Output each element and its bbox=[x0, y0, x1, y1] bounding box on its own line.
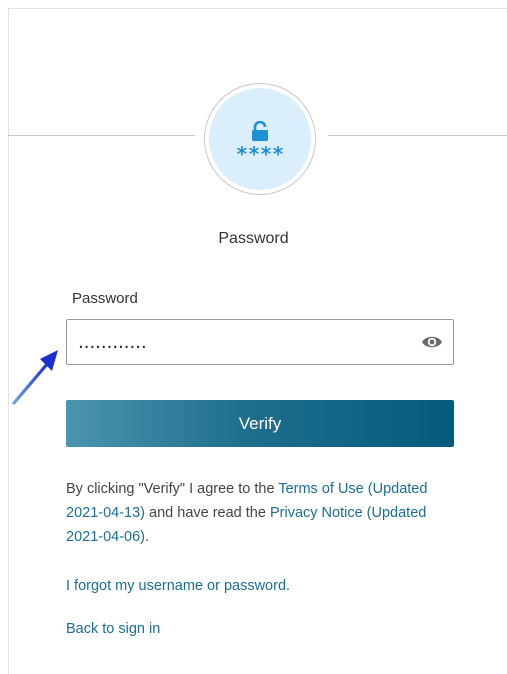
page-title: Password bbox=[218, 230, 289, 247]
password-field[interactable] bbox=[66, 319, 454, 365]
verify-button[interactable]: Verify bbox=[66, 400, 454, 447]
back-to-sign-in-link[interactable]: Back to sign in bbox=[66, 621, 160, 637]
password-factor-icon-inner: **** bbox=[209, 88, 311, 190]
legal-middle: and have read the bbox=[145, 505, 270, 521]
legal-prefix: By clicking "Verify" I agree to the bbox=[66, 481, 279, 497]
password-factor-icon: **** bbox=[204, 83, 316, 195]
annotation-arrow-icon bbox=[12, 350, 58, 405]
eye-icon[interactable] bbox=[421, 333, 443, 351]
password-input[interactable] bbox=[67, 320, 407, 364]
forgot-credentials-link[interactable]: I forgot my username or password. bbox=[66, 578, 290, 594]
password-stars: **** bbox=[235, 141, 285, 166]
legal-suffix: . bbox=[145, 529, 150, 545]
unlocked-padlock-icon bbox=[252, 120, 268, 141]
password-label: Password bbox=[72, 290, 138, 307]
legal-notice: By clicking "Verify" I agree to the Term… bbox=[66, 477, 456, 549]
divider-right bbox=[328, 135, 507, 136]
divider-left bbox=[8, 135, 195, 136]
sign-in-page: **** Password Password Verify By clickin… bbox=[0, 0, 507, 674]
